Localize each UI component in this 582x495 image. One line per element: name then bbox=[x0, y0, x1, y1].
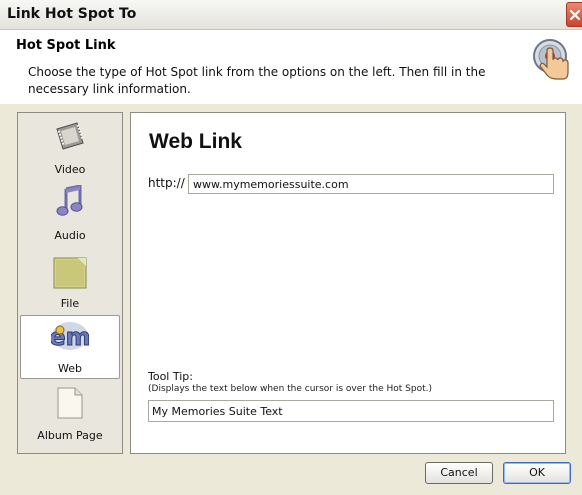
page-title: Web Link bbox=[149, 130, 242, 153]
link-hot-spot-dialog: Link Hot Spot To Hot Spot Link Choose th… bbox=[0, 0, 582, 495]
dialog-header: Hot Spot Link Choose the type of Hot Spo… bbox=[0, 30, 582, 104]
url-prefix-label: http:// bbox=[148, 176, 185, 190]
sidebar-item-label: File bbox=[60, 297, 80, 310]
header-title: Hot Spot Link bbox=[16, 38, 116, 53]
page-icon bbox=[57, 387, 83, 419]
link-type-sidebar: Video Audio File em Web Album Page bbox=[17, 112, 123, 454]
sidebar-item-file[interactable]: File bbox=[20, 249, 120, 313]
sidebar-item-label: Album Page bbox=[37, 429, 103, 442]
link-detail-panel: Web Link http:// Tool Tip: (Displays the… bbox=[130, 112, 566, 454]
sidebar-item-audio[interactable]: Audio bbox=[20, 183, 120, 247]
sidebar-item-album-page[interactable]: Album Page bbox=[20, 383, 120, 447]
sidebar-item-label: Audio bbox=[54, 229, 86, 242]
close-button[interactable] bbox=[566, 2, 582, 27]
tooltip-input[interactable] bbox=[148, 400, 554, 422]
header-description: Choose the type of Hot Spot link from th… bbox=[28, 65, 486, 96]
tooltip-label: Tool Tip: bbox=[148, 370, 193, 383]
sidebar-item-label: Video bbox=[54, 163, 86, 176]
sidebar-item-video[interactable]: Video bbox=[20, 117, 120, 181]
web-logo-icon: em bbox=[51, 322, 89, 351]
close-icon bbox=[569, 9, 581, 21]
sidebar-item-label: Web bbox=[58, 362, 82, 375]
film-strip-icon bbox=[56, 122, 84, 150]
ok-button[interactable]: OK bbox=[503, 462, 571, 484]
header-divider bbox=[0, 103, 582, 104]
cancel-button[interactable]: Cancel bbox=[425, 462, 493, 484]
music-note-icon bbox=[56, 185, 83, 216]
url-input[interactable] bbox=[188, 174, 554, 194]
pointing-hand-icon bbox=[533, 39, 569, 80]
folder-icon bbox=[53, 257, 87, 289]
sidebar-item-web[interactable]: em Web bbox=[20, 315, 120, 379]
window-title: Link Hot Spot To bbox=[7, 6, 137, 22]
tooltip-hint: (Displays the text below when the cursor… bbox=[148, 384, 432, 394]
title-bar: Link Hot Spot To bbox=[0, 0, 582, 30]
